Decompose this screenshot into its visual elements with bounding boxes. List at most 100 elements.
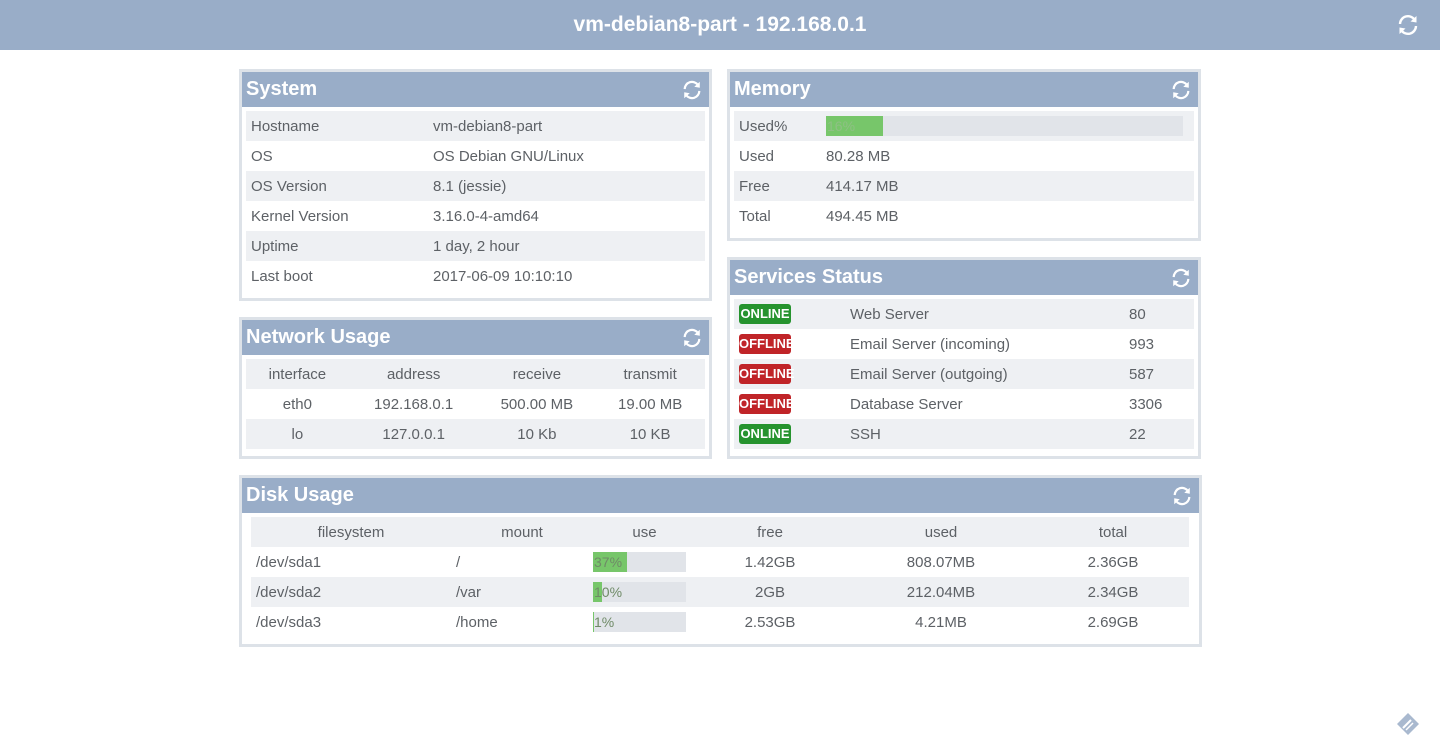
table-row: Free 414.17 MB bbox=[734, 171, 1194, 201]
table-row: ONLINE Web Server 80 bbox=[734, 299, 1194, 329]
table-row: /dev/sda2 /var 10% 2GB 212.04MB 2.34GB bbox=[251, 577, 1189, 607]
disk-panel: Disk Usage filesystem mount use free use… bbox=[239, 475, 1202, 647]
memory-table: Used% 16% Used 80.28 MB Free 414.17 MB Tot… bbox=[730, 107, 1198, 231]
refresh-icon[interactable] bbox=[1170, 267, 1192, 289]
table-cell: 808.07MB bbox=[906, 553, 976, 571]
refresh-icon[interactable] bbox=[681, 79, 703, 101]
table-row: OFFLINE Email Server (outgoing) 587 bbox=[734, 359, 1194, 389]
services-panel-header: Services Status bbox=[730, 260, 1198, 295]
services-table: ONLINE Web Server 80 OFFLINE Email Serve… bbox=[730, 295, 1198, 449]
row-key: Used% bbox=[739, 117, 788, 135]
table-row: Last boot 2017-06-09 10:10:10 bbox=[246, 261, 705, 291]
refresh-icon[interactable] bbox=[1170, 79, 1192, 101]
table-cell: 19.00 MB bbox=[618, 395, 683, 413]
table-cell: /dev/sda2 bbox=[256, 583, 322, 601]
service-port: 80 bbox=[1129, 305, 1146, 323]
column-header: filesystem bbox=[317, 523, 385, 541]
row-key: Total bbox=[739, 207, 771, 225]
column-header: use bbox=[632, 523, 657, 541]
service-port: 3306 bbox=[1129, 395, 1163, 413]
memory-panel-header: Memory bbox=[730, 72, 1198, 107]
table-row: OFFLINE Database Server 3306 bbox=[734, 389, 1194, 419]
table-cell: 2.53GB bbox=[744, 613, 796, 631]
table-cell: /home bbox=[456, 613, 498, 631]
service-port: 587 bbox=[1129, 365, 1155, 383]
network-panel-header: Network Usage bbox=[242, 320, 709, 355]
service-name: SSH bbox=[850, 425, 881, 443]
table-cell: lo bbox=[291, 425, 304, 443]
column-header: mount bbox=[501, 523, 543, 541]
disk-usage-bar: 1% bbox=[593, 612, 686, 632]
table-row: ONLINE SSH 22 bbox=[734, 419, 1194, 449]
disk-usage-bar: 10% bbox=[593, 582, 686, 602]
row-key: OS Version bbox=[251, 177, 327, 195]
table-cell: 500.00 MB bbox=[500, 395, 574, 413]
table-row: Total 494.45 MB bbox=[734, 201, 1194, 231]
services-panel: Services Status ONLINE Web Server 80 OFF… bbox=[727, 257, 1201, 459]
network-table: interface address receive transmit eth0 … bbox=[242, 355, 709, 449]
column-header: total bbox=[1098, 523, 1128, 541]
service-name: Email Server (outgoing) bbox=[850, 365, 1008, 383]
row-key: Last boot bbox=[251, 267, 313, 285]
table-cell: /var bbox=[456, 583, 482, 601]
network-panel: Network Usage interface address receive … bbox=[239, 317, 712, 459]
row-value: OS Debian GNU/Linux bbox=[433, 147, 584, 165]
page-title: vm-debian8-part - 192.168.0.1 bbox=[573, 13, 867, 36]
row-key: Uptime bbox=[251, 237, 299, 255]
column-header: interface bbox=[268, 365, 327, 383]
table-cell: 2GB bbox=[754, 583, 785, 601]
disk-table: filesystem mount use free used total /de… bbox=[242, 513, 1199, 637]
row-value: 414.17 MB bbox=[826, 177, 899, 195]
table-row: Hostname vm-debian8-part bbox=[246, 111, 705, 141]
service-port: 993 bbox=[1129, 335, 1155, 353]
table-cell: 4.21MB bbox=[915, 613, 967, 631]
system-panel-header: System bbox=[242, 72, 709, 107]
table-cell: 212.04MB bbox=[906, 583, 976, 601]
row-key: Used bbox=[739, 147, 775, 165]
table-header-row: filesystem mount use free used total bbox=[251, 517, 1189, 547]
table-row: /dev/sda3 /home 1% 2.53GB 4.21MB 2.69GB bbox=[251, 607, 1189, 637]
table-cell: 1.42GB bbox=[744, 553, 796, 571]
row-value: vm-debian8-part bbox=[433, 117, 543, 135]
table-row: Uptime 1 day, 2 hour bbox=[246, 231, 705, 261]
service-name: Email Server (incoming) bbox=[850, 335, 1011, 353]
disk-usage-bar: 37% bbox=[593, 552, 686, 572]
top-bar: vm-debian8-part - 192.168.0.1 bbox=[0, 0, 1440, 50]
column-header: transmit bbox=[623, 365, 677, 383]
disk-usage-percent: 10% bbox=[594, 584, 623, 600]
table-row: lo 127.0.0.1 10 Kb 10 KB bbox=[246, 419, 705, 449]
table-cell: /dev/sda3 bbox=[256, 613, 322, 631]
services-panel-title: Services Status bbox=[734, 266, 883, 288]
column-header: free bbox=[757, 523, 783, 541]
row-value: 2017-06-09 10:10:10 bbox=[433, 267, 573, 285]
disk-usage-percent: 37% bbox=[594, 554, 623, 570]
row-value: 494.45 MB bbox=[826, 207, 899, 225]
status-badge: ONLINE bbox=[739, 304, 791, 324]
row-key: Hostname bbox=[251, 117, 320, 135]
table-cell: 2.69GB bbox=[1087, 613, 1139, 631]
system-panel-title: System bbox=[246, 78, 318, 100]
edit-icon[interactable] bbox=[1396, 712, 1420, 736]
status-badge: OFFLINE bbox=[739, 364, 795, 384]
row-value: 3.16.0-4-amd64 bbox=[433, 207, 539, 225]
column-header: address bbox=[386, 365, 441, 383]
table-row: Kernel Version 3.16.0-4-amd64 bbox=[246, 201, 705, 231]
memory-panel-title: Memory bbox=[734, 78, 811, 100]
status-badge: OFFLINE bbox=[739, 334, 795, 354]
table-cell: 2.34GB bbox=[1087, 583, 1139, 601]
refresh-icon[interactable] bbox=[1171, 485, 1193, 507]
disk-usage-percent: 1% bbox=[594, 614, 615, 630]
table-row: Used% 16% bbox=[734, 111, 1194, 141]
column-header: used bbox=[924, 523, 958, 541]
memory-usage-bar: 16% bbox=[826, 116, 1183, 136]
table-cell: 10 Kb bbox=[517, 425, 557, 443]
service-name: Database Server bbox=[850, 395, 963, 413]
status-badge: OFFLINE bbox=[739, 394, 795, 414]
refresh-icon[interactable] bbox=[681, 327, 703, 349]
refresh-icon[interactable] bbox=[1396, 13, 1420, 37]
row-key: OS bbox=[251, 147, 273, 165]
row-key: Kernel Version bbox=[251, 207, 349, 225]
table-row: OS Version 8.1 (jessie) bbox=[246, 171, 705, 201]
service-port: 22 bbox=[1129, 425, 1146, 443]
table-row: OS OS Debian GNU/Linux bbox=[246, 141, 705, 171]
